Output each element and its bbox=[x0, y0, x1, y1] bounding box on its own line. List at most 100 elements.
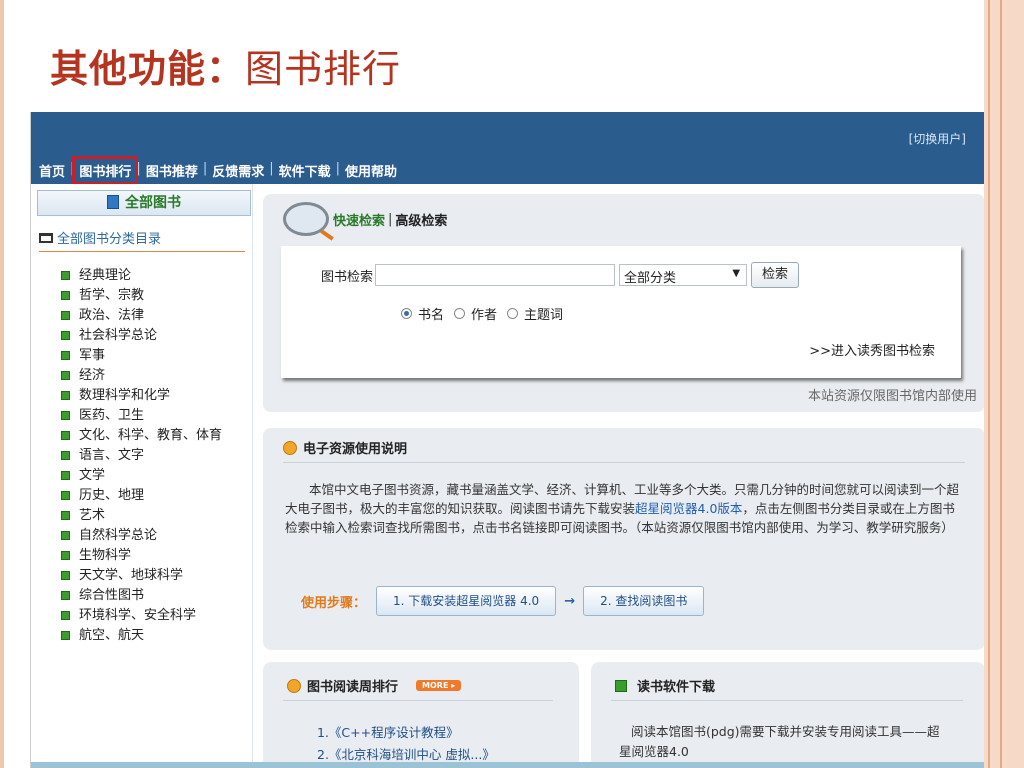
green-bullet-icon bbox=[61, 611, 70, 620]
category-directory[interactable]: 全部图书分类目录 bbox=[39, 228, 252, 247]
category-select-value: 全部分类 bbox=[624, 271, 677, 286]
software-text: 阅读本馆图书(pdg)需要下载并安装专用阅读工具——超星阅览器4.0 bbox=[619, 724, 940, 759]
rank-item[interactable]: 1.《C++程序设计教程》 bbox=[317, 722, 495, 744]
category-directory-label: 全部图书分类目录 bbox=[57, 232, 162, 247]
category-item[interactable]: 自然科学总论 bbox=[61, 526, 252, 546]
green-bullet-icon bbox=[61, 471, 70, 480]
green-bullet-icon bbox=[61, 531, 70, 540]
all-books-header[interactable]: 全部图书 bbox=[37, 190, 251, 216]
category-item[interactable]: 经济 bbox=[61, 366, 252, 386]
category-item[interactable]: 经典理论 bbox=[61, 266, 252, 286]
green-bullet-icon bbox=[61, 391, 70, 400]
divider bbox=[611, 700, 963, 701]
step-download-button[interactable]: 1. 下载安装超星阅览器 4.0 bbox=[376, 586, 557, 616]
green-bullet-icon bbox=[61, 631, 70, 640]
magnifier-icon bbox=[283, 202, 329, 236]
category-item[interactable]: 生物科学 bbox=[61, 546, 252, 566]
green-bullet-icon bbox=[61, 431, 70, 440]
divider bbox=[39, 251, 245, 252]
category-list: 经典理论 哲学、宗教 政治、法律 社会科学总论 军事 经济 数理科学和化学 医药… bbox=[61, 266, 252, 646]
tab-quick-search[interactable]: 快速检索 bbox=[333, 210, 385, 229]
divider bbox=[283, 462, 965, 463]
usage-notice: 本站资源仅限图书馆内部使用 bbox=[807, 389, 977, 404]
divider bbox=[283, 700, 553, 701]
radio-subject[interactable] bbox=[507, 308, 519, 319]
green-bullet-icon bbox=[61, 351, 70, 360]
weekly-rank-heading: 图书阅读周排行 MORE ▸ bbox=[287, 676, 462, 695]
category-item[interactable]: 文学 bbox=[61, 466, 252, 486]
software-download-panel: 读书软件下载 阅读本馆图书(pdg)需要下载并安装专用阅读工具——超星阅览器4.… bbox=[591, 662, 984, 768]
category-item[interactable]: 语言、文字 bbox=[61, 446, 252, 466]
category-item[interactable]: 文化、科学、教育、体育 bbox=[61, 426, 252, 446]
software-heading: 读书软件下载 bbox=[615, 676, 715, 695]
slide-title: 其他功能：图书排行 bbox=[50, 38, 401, 93]
rank-list: 1.《C++程序设计教程》 2.《北京科海培训中心 虚拟...》 bbox=[317, 722, 495, 766]
switch-user-link[interactable]: [切换用户] bbox=[909, 130, 966, 147]
category-item[interactable]: 数理科学和化学 bbox=[61, 386, 252, 406]
category-select[interactable]: 全部分类 ▼ bbox=[619, 264, 748, 286]
category-item[interactable]: 社会科学总论 bbox=[61, 326, 252, 346]
nav-feedback[interactable]: 反馈需求 bbox=[210, 161, 266, 180]
tab-advanced-search[interactable]: 高级检索 bbox=[395, 210, 447, 229]
category-item[interactable]: 军事 bbox=[61, 346, 252, 366]
nav-book-recommend[interactable]: 图书推荐 bbox=[144, 161, 200, 180]
green-bullet-icon bbox=[61, 591, 70, 600]
book-icon bbox=[107, 195, 119, 209]
step-find-books-button[interactable]: 2. 查找阅读图书 bbox=[583, 586, 705, 616]
nav-software-download[interactable]: 软件下载 bbox=[277, 161, 333, 180]
more-button[interactable]: MORE ▸ bbox=[416, 680, 462, 691]
search-panel: 快速检索 | 高级检索 图书检索 全部分类 ▼ 检索 书名 作者 主题词 >>进… bbox=[263, 194, 984, 412]
duxiu-search-link[interactable]: >>进入读秀图书检索 bbox=[809, 340, 935, 359]
category-item[interactable]: 医药、卫生 bbox=[61, 406, 252, 426]
slide-title-sub: 图书排行 bbox=[245, 47, 402, 91]
info-heading: 电子资源使用说明 bbox=[283, 438, 407, 457]
website-screenshot: [切换用户] 首页 | 图书排行 | 图书推荐 | 反馈需求 | 软件下载 | … bbox=[30, 112, 984, 768]
green-bullet-icon bbox=[61, 271, 70, 280]
category-item[interactable]: 哲学、宗教 bbox=[61, 286, 252, 306]
category-item[interactable]: 历史、地理 bbox=[61, 486, 252, 506]
radio-subject-label: 主题词 bbox=[524, 308, 564, 323]
arrow-right-icon: → bbox=[564, 593, 576, 609]
search-field-radios: 书名 作者 主题词 bbox=[391, 304, 563, 323]
weekly-rank-panel: 图书阅读周排行 MORE ▸ 1.《C++程序设计教程》 2.《北京科海培训中心… bbox=[263, 662, 579, 768]
radio-author[interactable] bbox=[454, 308, 466, 319]
category-item[interactable]: 天文学、地球科学 bbox=[61, 566, 252, 586]
category-item[interactable]: 综合性图书 bbox=[61, 586, 252, 606]
main-nav: 首页 | 图书排行 | 图书推荐 | 反馈需求 | 软件下载 | 使用帮助 bbox=[37, 156, 399, 185]
all-books-label: 全部图书 bbox=[125, 195, 181, 211]
green-bullet-icon bbox=[61, 451, 70, 460]
dropdown-arrow-icon: ▼ bbox=[732, 268, 741, 279]
green-bullet-icon bbox=[61, 331, 70, 340]
nav-home[interactable]: 首页 bbox=[37, 161, 67, 180]
green-bullet-icon bbox=[61, 411, 70, 420]
nav-separator: | bbox=[136, 161, 141, 176]
nav-separator: | bbox=[202, 161, 208, 176]
slide-title-main: 其他功能： bbox=[50, 47, 246, 91]
bottom-strip bbox=[31, 762, 984, 768]
search-button[interactable]: 检索 bbox=[751, 262, 800, 288]
info-text: 本馆中文电子图书资源，藏书量涵盖文学、经济、计算机、工业等多个大类。只需几分钟的… bbox=[285, 480, 965, 537]
search-input[interactable] bbox=[375, 264, 616, 286]
category-item[interactable]: 航空、航天 bbox=[61, 626, 252, 646]
green-bullet-icon bbox=[61, 371, 70, 380]
info-heading-label: 电子资源使用说明 bbox=[303, 442, 408, 457]
weekly-rank-title: 图书阅读周排行 bbox=[307, 680, 399, 695]
slide-left-border bbox=[0, 0, 4, 768]
radio-title-label: 书名 bbox=[418, 308, 445, 323]
rank-dot-icon bbox=[287, 678, 301, 693]
nav-help[interactable]: 使用帮助 bbox=[343, 161, 399, 180]
search-box: 图书检索 全部分类 ▼ 检索 书名 作者 主题词 >>进入读秀图书检索 bbox=[281, 246, 961, 378]
category-item[interactable]: 环境科学、安全科学 bbox=[61, 606, 252, 626]
green-bullet-icon bbox=[61, 571, 70, 580]
radio-title[interactable] bbox=[401, 308, 412, 319]
green-bullet-icon bbox=[61, 491, 70, 500]
category-item[interactable]: 政治、法律 bbox=[61, 306, 252, 326]
folder-open-icon bbox=[39, 233, 53, 243]
radio-author-label: 作者 bbox=[471, 308, 498, 323]
green-bullet-icon bbox=[61, 311, 70, 320]
nav-book-ranking[interactable]: 图书排行 bbox=[72, 156, 139, 185]
category-item[interactable]: 艺术 bbox=[61, 506, 252, 526]
reader-download-link[interactable]: 超星阅览器4.0版本 bbox=[635, 501, 742, 516]
search-tabs: 快速检索 | 高级检索 bbox=[283, 202, 447, 236]
green-bullet-icon bbox=[61, 551, 70, 560]
